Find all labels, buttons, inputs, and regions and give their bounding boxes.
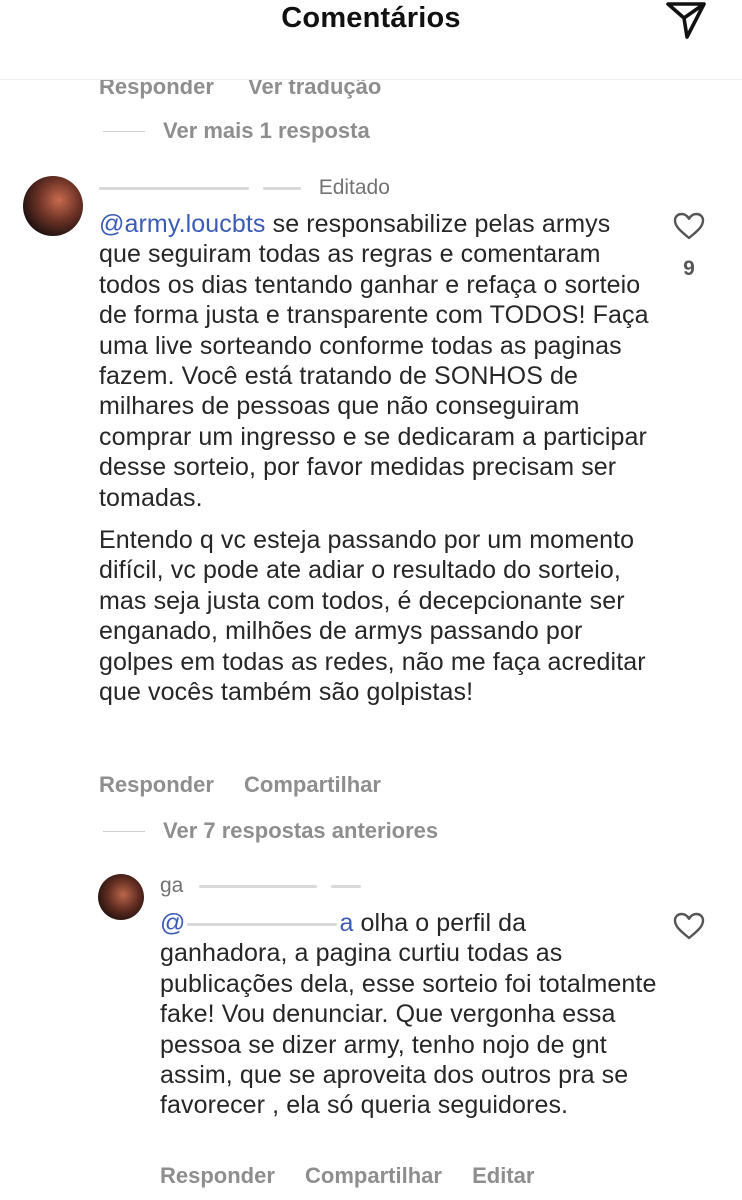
share-button[interactable]: Compartilhar xyxy=(305,1163,442,1188)
comment-paragraph: @army.loucbts se responsabilize pelas ar… xyxy=(99,209,659,513)
edit-button[interactable]: Editar xyxy=(472,1163,534,1188)
view-more-replies[interactable]: Ver mais 1 resposta xyxy=(103,116,370,146)
send-icon[interactable] xyxy=(662,0,710,42)
heart-outline-icon[interactable] xyxy=(673,912,705,940)
username-visible: ga xyxy=(160,874,184,897)
comment-paragraph: Entendo q vc esteja passando por um mome… xyxy=(99,526,646,707)
view-previous-replies[interactable]: Ver 7 respostas anteriores xyxy=(103,816,438,846)
reply-paragraph-text: olha o perfil da ganhadora, a pagina cur… xyxy=(160,909,657,1120)
view-previous-replies-label: Ver 7 respostas anteriores xyxy=(163,818,439,843)
reply-button[interactable]: Responder xyxy=(99,772,214,797)
heart-outline-icon[interactable] xyxy=(673,212,705,240)
comment-text: @army.loucbts se responsabilize pelas ar… xyxy=(99,209,659,708)
blurred-username xyxy=(262,186,301,190)
blurred-username xyxy=(99,186,249,190)
mention-link[interactable]: @ a xyxy=(160,909,354,937)
divider-line xyxy=(103,830,145,832)
mention-tail: a xyxy=(339,909,354,937)
edited-label: Editado xyxy=(318,176,390,199)
comments-header: Comentários xyxy=(0,0,742,80)
reply-text: @ a olha o perfil da ganhadora, a pagina … xyxy=(160,908,660,1121)
comment-paragraph-text: se responsabilize pelas armys que seguir… xyxy=(99,210,649,512)
avatar[interactable] xyxy=(23,176,83,236)
reply-button[interactable]: Responder xyxy=(160,1163,275,1188)
comment-actions: Responder Compartilhar xyxy=(99,772,405,798)
reply-paragraph: @ a olha o perfil da ganhadora, a pagina … xyxy=(160,908,660,1121)
divider-line xyxy=(103,130,145,132)
reply-username: ga xyxy=(160,874,362,898)
like-count: 9 xyxy=(683,257,695,280)
reply-actions: Responder Compartilhar Editar xyxy=(160,1163,558,1189)
blurred-username xyxy=(331,884,362,888)
blurred-mention xyxy=(187,922,338,926)
page-title: Comentários xyxy=(281,2,461,34)
blurred-username xyxy=(199,884,318,888)
mention-visible: @ xyxy=(160,909,186,937)
view-more-replies-label: Ver mais 1 resposta xyxy=(163,118,370,143)
comment-username: Editado xyxy=(99,176,390,200)
avatar[interactable] xyxy=(98,874,144,920)
share-button[interactable]: Compartilhar xyxy=(244,772,381,797)
mention-link[interactable]: @army.loucbts xyxy=(99,210,266,238)
